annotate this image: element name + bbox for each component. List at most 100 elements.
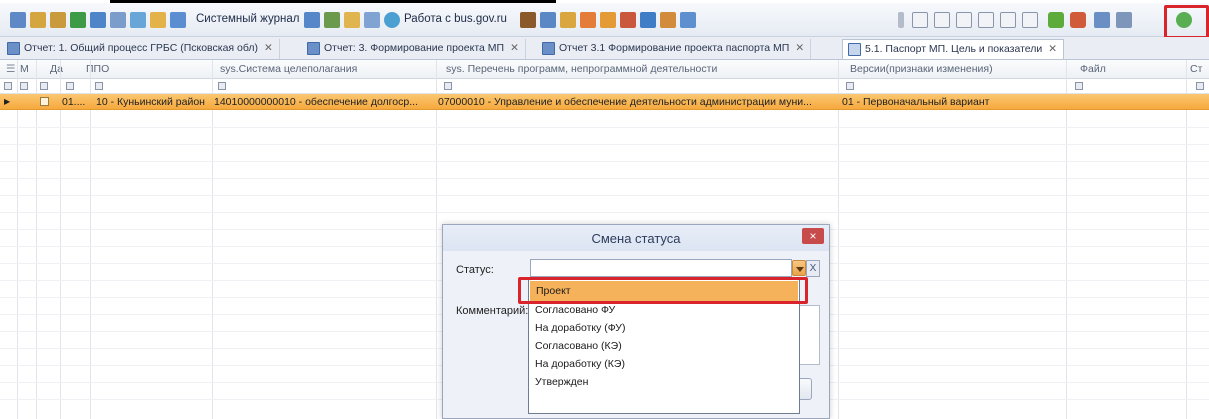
- flag-icon[interactable]: [600, 12, 616, 28]
- status-label: Статус:: [456, 264, 494, 276]
- tab-passport-goals[interactable]: 5.1. Паспорт МП. Цель и показатели ✕: [842, 39, 1065, 59]
- filter-box[interactable]: [218, 82, 226, 90]
- cell-version: 01 - Первоначальный вариант: [842, 96, 990, 108]
- row-pointer-icon: ▶: [4, 97, 11, 106]
- filter-box[interactable]: [846, 82, 854, 90]
- binoculars-icon[interactable]: [520, 12, 536, 28]
- grid-row-line: [0, 161, 1209, 162]
- grid-row-line: [0, 178, 1209, 179]
- filter-box[interactable]: [40, 82, 48, 90]
- grid-row-line: [0, 144, 1209, 145]
- tab-report-3[interactable]: Отчет: 3. Формирование проекта МП ✕: [302, 39, 526, 59]
- chevron-down-icon[interactable]: [792, 260, 806, 276]
- users-icon[interactable]: [170, 12, 186, 28]
- tab-label: Отчет 3.1 Формирование проекта паспорта …: [559, 42, 790, 54]
- undo-check-icon[interactable]: [1070, 12, 1086, 28]
- filter-box[interactable]: [4, 82, 12, 90]
- column-m[interactable]: М: [20, 63, 29, 75]
- filter-box[interactable]: [444, 82, 452, 90]
- save-doc-icon[interactable]: [978, 12, 994, 28]
- settings-icon[interactable]: [640, 12, 656, 28]
- print-icon[interactable]: [1116, 12, 1132, 28]
- close-icon[interactable]: ×: [802, 228, 824, 244]
- tab-label: Отчет: 1. Общий процесс ГРБС (Псковская …: [24, 42, 259, 54]
- cell-ppo: 10 - Куньинский район: [96, 96, 205, 108]
- calc-icon[interactable]: [1094, 12, 1110, 28]
- people-icon[interactable]: [660, 12, 676, 28]
- column-file[interactable]: Файл: [1080, 63, 1106, 75]
- globe-icon[interactable]: [384, 12, 400, 28]
- filter-box[interactable]: [95, 82, 103, 90]
- delete-doc-icon[interactable]: [1000, 12, 1016, 28]
- refresh-icon[interactable]: [580, 12, 596, 28]
- filter-box[interactable]: [1196, 82, 1204, 90]
- column-menu-icon[interactable]: ☰: [6, 63, 15, 75]
- grip-icon: [898, 12, 904, 28]
- folder-open-icon[interactable]: [344, 12, 360, 28]
- tab-report-1[interactable]: Отчет: 1. Общий процесс ГРБС (Псковская …: [2, 39, 280, 59]
- grid-row-line: [0, 212, 1209, 213]
- system-log-label[interactable]: Системный журнал: [196, 13, 299, 25]
- table-icon[interactable]: [70, 12, 86, 28]
- column-da[interactable]: Да: [50, 63, 63, 75]
- archive-icon[interactable]: [680, 12, 696, 28]
- filter-box[interactable]: [20, 82, 28, 90]
- status-button-highlight: [1164, 5, 1209, 39]
- close-icon[interactable]: ✕: [795, 42, 804, 54]
- tree-icon[interactable]: [30, 12, 46, 28]
- tab-report-3-1[interactable]: Отчет 3.1 Формирование проекта паспорта …: [537, 39, 812, 59]
- cell-code: 01....: [62, 96, 86, 108]
- option-highlight: [518, 277, 808, 304]
- import-icon[interactable]: [324, 12, 340, 28]
- status-option[interactable]: Утвержден: [535, 376, 588, 388]
- table-row[interactable]: ▶ 01.... 10 - Куньинский район 140100000…: [0, 94, 1209, 110]
- comment-label: Комментарий:: [456, 305, 529, 317]
- layout-icon[interactable]: [130, 12, 146, 28]
- report-tab-icon: [7, 42, 20, 55]
- main-toolbar: Системный журнал Работа с bus.gov.ru: [0, 3, 1209, 39]
- check-icon[interactable]: [1048, 12, 1064, 28]
- column-versions[interactable]: Версии(признаки изменения): [850, 63, 993, 75]
- report-tab-icon: [307, 42, 320, 55]
- copy-doc-icon[interactable]: [934, 12, 950, 28]
- calendar-icon[interactable]: [304, 12, 320, 28]
- row-checkbox[interactable]: [40, 97, 49, 106]
- chart-icon[interactable]: [90, 12, 106, 28]
- cell-program: 07000010 - Управление и обеспечение деят…: [438, 96, 812, 108]
- filter-row: [0, 79, 1209, 94]
- structure-icon[interactable]: [560, 12, 576, 28]
- print-doc-icon[interactable]: [1022, 12, 1038, 28]
- close-icon[interactable]: ✕: [510, 42, 519, 54]
- grid-row-line: [0, 195, 1209, 196]
- document-icon[interactable]: [10, 12, 26, 28]
- grid-tab-icon: [848, 43, 861, 56]
- grid-row-line: [0, 127, 1209, 128]
- filter-box[interactable]: [1075, 82, 1083, 90]
- column-st[interactable]: Ст: [1190, 63, 1202, 75]
- status-option[interactable]: Согласовано (КЭ): [535, 340, 622, 352]
- document-tabs: Отчет: 1. Общий процесс ГРБС (Псковская …: [0, 37, 1209, 60]
- cell-system: 14010000000010 - обеспечение долгоср...: [214, 96, 418, 108]
- grid-header: ☰ М Да ППО sys.Система целеполагания sys…: [0, 60, 1209, 79]
- status-option[interactable]: На доработку (КЭ): [535, 358, 625, 370]
- folder-icon[interactable]: [150, 12, 166, 28]
- export-icon[interactable]: [540, 12, 556, 28]
- status-select[interactable]: [530, 259, 792, 277]
- bus-gov-label[interactable]: Работа с bus.gov.ru: [404, 13, 507, 25]
- close-icon[interactable]: ✕: [264, 42, 273, 54]
- report-tab-icon: [542, 42, 555, 55]
- column-programs[interactable]: sys. Перечень программ, непрограммной де…: [446, 63, 717, 75]
- tree-add-icon[interactable]: [50, 12, 66, 28]
- close-icon[interactable]: ✕: [1048, 43, 1057, 55]
- clear-status-button[interactable]: X: [806, 260, 820, 277]
- new-doc-icon[interactable]: [912, 12, 928, 28]
- status-option[interactable]: Согласовано ФУ: [535, 304, 615, 316]
- grid-icon[interactable]: [110, 12, 126, 28]
- status-option[interactable]: На доработку (ФУ): [535, 322, 625, 334]
- transfer-icon[interactable]: [364, 12, 380, 28]
- filter-box[interactable]: [66, 82, 74, 90]
- dialog-title: Смена статуса: [443, 225, 829, 251]
- edit-doc-icon[interactable]: [956, 12, 972, 28]
- column-system[interactable]: sys.Система целеполагания: [220, 63, 357, 75]
- report-icon[interactable]: [620, 12, 636, 28]
